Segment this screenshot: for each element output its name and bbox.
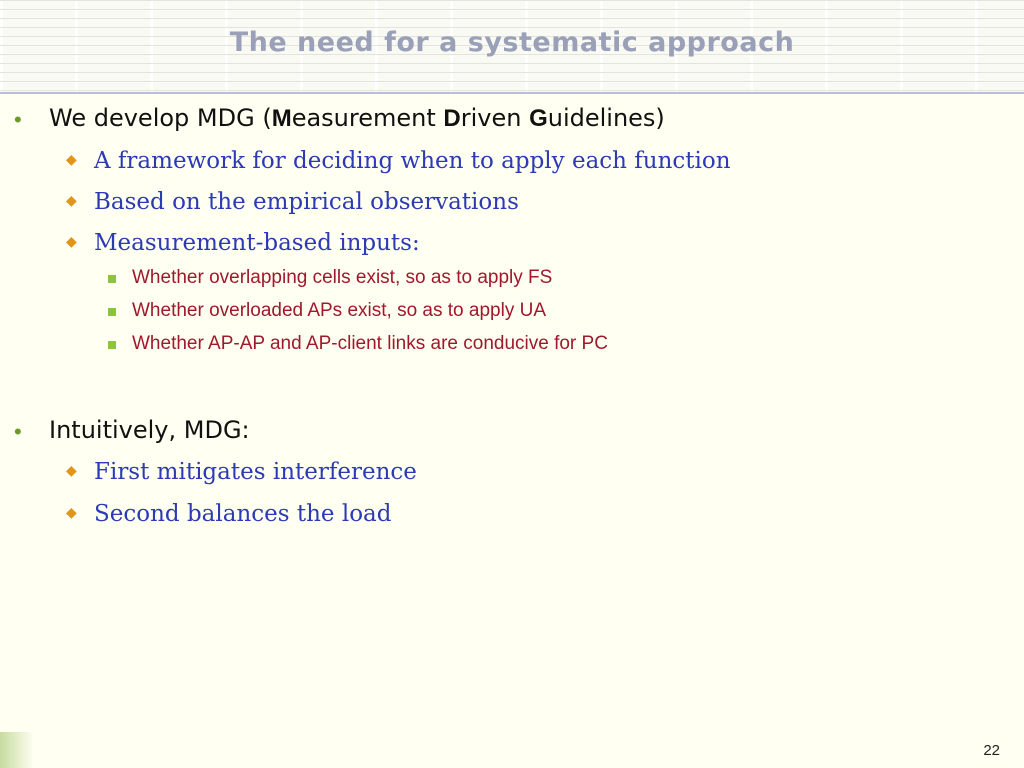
corner-decoration: [0, 732, 34, 768]
sub-item: Measurement-based inputs:: [94, 230, 420, 256]
mdg-m-letter: M: [271, 105, 292, 132]
square-bullet-icon: [108, 308, 116, 316]
mdg-d-letter: D: [443, 105, 461, 132]
bullet-mdg: We develop MDG (Measurement Driven Guide…: [49, 104, 665, 133]
mdg-g-letter: G: [529, 105, 548, 132]
diamond-bullet-icon: ◆: [66, 463, 77, 479]
bullet-dot-icon: •: [14, 107, 22, 132]
sub-sub-item: Whether overloaded APs exist, so as to a…: [132, 300, 546, 321]
sub-sub-item: Whether overlapping cells exist, so as t…: [132, 267, 553, 288]
square-bullet-icon: [108, 341, 116, 349]
diamond-bullet-icon: ◆: [66, 234, 77, 250]
diamond-bullet-icon: ◆: [66, 505, 77, 521]
square-bullet-icon: [108, 275, 116, 283]
sub-item: Second balances the load: [94, 501, 392, 527]
diamond-bullet-icon: ◆: [66, 193, 77, 209]
sub-item: Based on the empirical observations: [94, 189, 519, 215]
bullet-mdg-text: We develop MDG (: [49, 104, 272, 132]
mdg-d-rest: riven: [460, 104, 530, 132]
mdg-m-rest: easurement: [291, 104, 444, 132]
page-number: 22: [983, 742, 1000, 759]
mdg-g-rest: uidelines): [547, 104, 665, 132]
slide-body: • We develop MDG (Measurement Driven Gui…: [0, 0, 1024, 768]
sub-item: First mitigates interference: [94, 459, 417, 485]
bullet-dot-icon: •: [14, 419, 22, 444]
diamond-bullet-icon: ◆: [66, 152, 77, 168]
bullet-intuitively: Intuitively, MDG:: [49, 416, 250, 444]
sub-item: A framework for deciding when to apply e…: [94, 148, 731, 174]
sub-sub-item: Whether AP-AP and AP-client links are co…: [132, 333, 608, 354]
